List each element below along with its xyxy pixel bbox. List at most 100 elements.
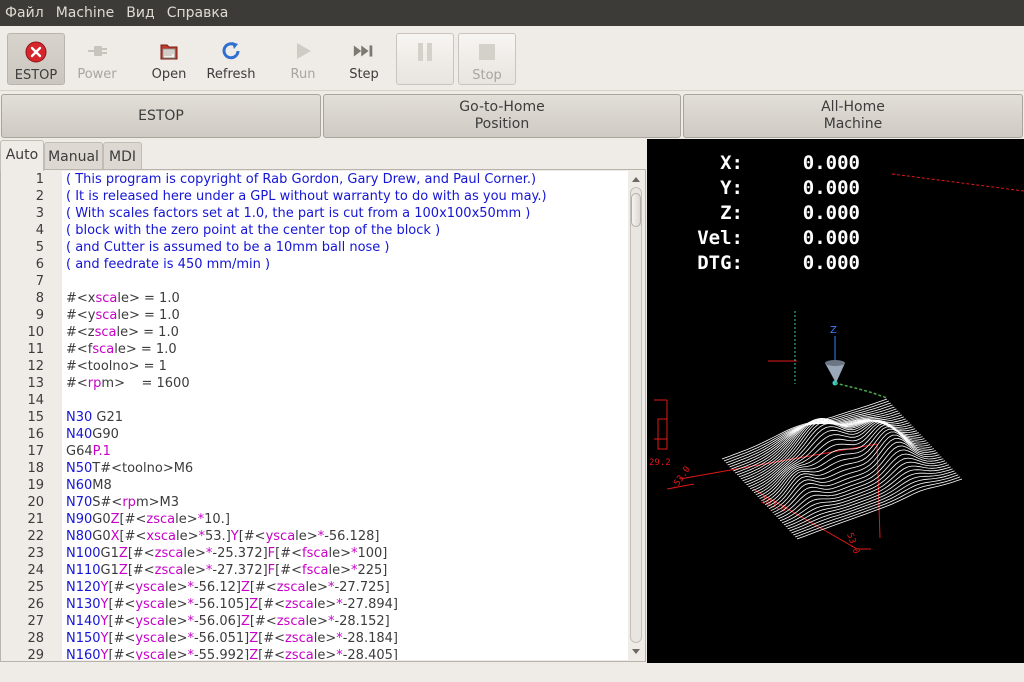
line-number: 10 bbox=[27, 325, 44, 340]
stop-button[interactable]: Stop bbox=[458, 33, 516, 85]
menu-file[interactable]: Файл bbox=[0, 0, 50, 26]
gcode-line[interactable]: N40G90 bbox=[62, 426, 628, 443]
power-button[interactable]: Power bbox=[70, 33, 124, 85]
gcode-text-area[interactable]: ( This program is copyright of Rab Gordo… bbox=[62, 171, 628, 660]
line-number: 21 bbox=[27, 512, 44, 527]
line-number: 26 bbox=[27, 597, 44, 612]
pause-icon bbox=[413, 40, 437, 64]
gcode-line[interactable]: N80G0X[#<xscale>*53.]Y[#<yscale>*-56.128… bbox=[62, 528, 628, 545]
line-number: 22 bbox=[27, 529, 44, 544]
gcode-line[interactable]: N30 G21 bbox=[62, 409, 628, 426]
run-button[interactable]: Run bbox=[278, 33, 328, 85]
line-number: 12 bbox=[27, 359, 44, 374]
line-number: 6 bbox=[35, 257, 44, 272]
line-number: 8 bbox=[35, 291, 44, 306]
line-number: 24 bbox=[27, 563, 44, 578]
toolpath-preview[interactable]: X: 0.000 Y: 0.000 Z: 0.000 Vel: 0.000 DTG: 0.000 … bbox=[647, 139, 1024, 663]
gcode-line[interactable]: #<zscale> = 1.0 bbox=[62, 324, 628, 341]
line-number: 27 bbox=[27, 614, 44, 629]
gcode-line[interactable]: #<toolno> = 1 bbox=[62, 358, 628, 375]
open-file-icon bbox=[157, 39, 181, 63]
all-home-button[interactable]: All-Home Machine bbox=[683, 94, 1023, 138]
line-number-gutter: 1 2 3 4 5 6 7 8 9 10 11 12 13 14 15 16 17 18 19 20 21 22 23 24 2… bbox=[2, 171, 61, 660]
line-number: 29 bbox=[27, 648, 44, 660]
line-number: 5 bbox=[35, 240, 44, 255]
gcode-line[interactable]: N70S#<rpm>M3 bbox=[62, 494, 628, 511]
refresh-button[interactable]: Refresh bbox=[202, 33, 260, 85]
menu-view[interactable]: Вид bbox=[120, 0, 160, 26]
line-number: 11 bbox=[27, 342, 44, 357]
x-min-label: -53.0 bbox=[669, 465, 693, 493]
open-button[interactable]: Open bbox=[141, 33, 197, 85]
step-button[interactable]: Step bbox=[338, 33, 390, 85]
line-number: 2 bbox=[35, 189, 44, 204]
gcode-line[interactable]: N130Y[#<yscale>*-56.105]Z[#<zscale>*-27.… bbox=[62, 596, 628, 613]
tab-manual[interactable]: Manual bbox=[44, 142, 103, 170]
line-number: 19 bbox=[27, 478, 44, 493]
play-icon bbox=[291, 39, 315, 63]
scroll-thumb[interactable] bbox=[631, 193, 641, 227]
line-number: 28 bbox=[27, 631, 44, 646]
toolbar: ESTOP Power Open Refresh Run Step Stop bbox=[0, 26, 1024, 91]
line-number: 15 bbox=[27, 410, 44, 425]
line-number: 25 bbox=[27, 580, 44, 595]
scroll-up-icon[interactable] bbox=[632, 177, 640, 182]
mode-tabs: Auto Manual MDI bbox=[0, 140, 646, 171]
estop-icon bbox=[24, 40, 48, 64]
line-number: 1 bbox=[35, 172, 44, 187]
gcode-line[interactable] bbox=[62, 392, 628, 409]
line-number: 14 bbox=[27, 393, 44, 408]
gcode-line[interactable]: #<yscale> = 1.0 bbox=[62, 307, 628, 324]
step-forward-icon bbox=[352, 39, 376, 63]
gcode-line[interactable]: N60M8 bbox=[62, 477, 628, 494]
gcode-line[interactable]: #<xscale> = 1.0 bbox=[62, 290, 628, 307]
gcode-line[interactable]: #<rpm> = 1600 bbox=[62, 375, 628, 392]
estop-large-button[interactable]: ESTOP bbox=[1, 94, 321, 138]
line-number: 4 bbox=[35, 223, 44, 238]
gcode-line[interactable]: ( This program is copyright of Rab Gordo… bbox=[62, 171, 628, 188]
line-number: 23 bbox=[27, 546, 44, 561]
line-number: 7 bbox=[35, 274, 44, 289]
tab-auto[interactable]: Auto bbox=[0, 140, 44, 171]
toolpath-plot: 103.0 53.0 29.2 -53.0 Z bbox=[649, 173, 1024, 555]
gcode-line[interactable]: N150Y[#<yscale>*-56.051]Z[#<zscale>*-28.… bbox=[62, 630, 628, 647]
scroll-down-icon[interactable] bbox=[632, 649, 640, 654]
editor-scrollbar[interactable] bbox=[628, 171, 644, 660]
line-number: 17 bbox=[27, 444, 44, 459]
gcode-line[interactable]: ( It is released here under a GPL withou… bbox=[62, 188, 628, 205]
toolpath-pass bbox=[789, 470, 955, 532]
gcode-line[interactable]: N90G0Z[#<zscale>*10.] bbox=[62, 511, 628, 528]
menu-help[interactable]: Справка bbox=[161, 0, 235, 26]
pause-button[interactable] bbox=[396, 33, 454, 85]
line-number: 13 bbox=[27, 376, 44, 391]
gcode-line[interactable]: N110G1Z[#<zscale>*-27.372]F[#<fscale>*22… bbox=[62, 562, 628, 579]
line-number: 18 bbox=[27, 461, 44, 476]
gcode-line[interactable]: #<fscale> = 1.0 bbox=[62, 341, 628, 358]
gcode-line[interactable]: ( block with the zero point at the cente… bbox=[62, 222, 628, 239]
gcode-line[interactable]: G64P.1 bbox=[62, 443, 628, 460]
toolpath-wireframe bbox=[721, 398, 963, 540]
gcode-line[interactable]: ( and Cutter is assumed to be a 10mm bal… bbox=[62, 239, 628, 256]
estop-toggle-button[interactable]: ESTOP bbox=[7, 33, 65, 85]
stop-icon bbox=[475, 40, 499, 64]
plug-icon bbox=[85, 39, 109, 63]
gcode-line[interactable]: ( and feedrate is 450 mm/min ) bbox=[62, 256, 628, 273]
gcode-editor: 1 2 3 4 5 6 7 8 9 10 11 12 13 14 15 16 17 18 19 20 21 22 23 24 2… bbox=[0, 169, 646, 662]
gcode-line[interactable] bbox=[62, 273, 628, 290]
gcode-line[interactable]: N50T#<toolno>M6 bbox=[62, 460, 628, 477]
line-number: 3 bbox=[35, 206, 44, 221]
rapid-move-line bbox=[834, 382, 888, 399]
menu-machine[interactable]: Machine bbox=[50, 0, 121, 26]
line-number: 9 bbox=[35, 308, 44, 323]
gcode-line[interactable]: N160Y[#<yscale>*-55.992]Z[#<zscale>*-28.… bbox=[62, 647, 628, 660]
z-dimension-label: 29.2 bbox=[649, 458, 671, 468]
menubar: Файл Machine Вид Справка bbox=[0, 0, 1024, 26]
line-number: 20 bbox=[27, 495, 44, 510]
tab-mdi[interactable]: MDI bbox=[103, 142, 142, 170]
goto-home-button[interactable]: Go-to-Home Position bbox=[323, 94, 681, 138]
gcode-line[interactable]: N120Y[#<yscale>*-56.12]Z[#<zscale>*-27.7… bbox=[62, 579, 628, 596]
gcode-line[interactable]: N100G1Z[#<zscale>*-25.372]F[#<fscale>*10… bbox=[62, 545, 628, 562]
gcode-line[interactable]: ( With scales factors set at 1.0, the pa… bbox=[62, 205, 628, 222]
scroll-track[interactable] bbox=[630, 187, 642, 643]
gcode-line[interactable]: N140Y[#<yscale>*-56.06]Z[#<zscale>*-28.1… bbox=[62, 613, 628, 630]
